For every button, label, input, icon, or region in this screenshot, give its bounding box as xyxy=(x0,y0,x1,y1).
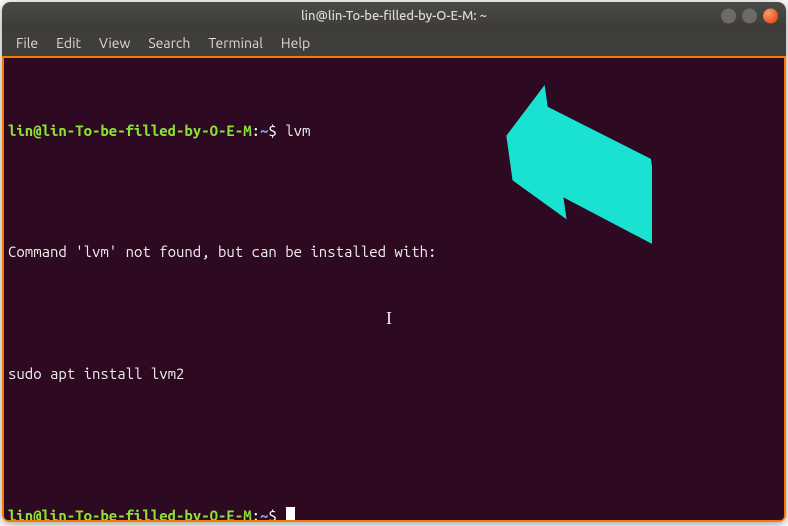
terminal-window: lin@lin-To-be-filled-by-O-E-M: ~ File Ed… xyxy=(2,2,786,522)
terminal-line: sudo apt install lvm2 xyxy=(8,364,780,384)
prompt-user-host: lin@lin-To-be-filled-by-O-E-M xyxy=(8,507,252,523)
minimize-icon[interactable] xyxy=(721,9,736,24)
terminal-line xyxy=(8,182,780,202)
terminal-line: Command 'lvm' not found, but can be inst… xyxy=(8,242,780,262)
prompt-user-host: lin@lin-To-be-filled-by-O-E-M xyxy=(8,122,252,139)
terminal-line: lin@lin-To-be-filled-by-O-E-M:~$ xyxy=(8,506,780,523)
terminal-output[interactable]: lin@lin-To-be-filled-by-O-E-M:~$ lvm Com… xyxy=(2,56,786,522)
menu-help[interactable]: Help xyxy=(273,33,318,53)
menubar: File Edit View Search Terminal Help xyxy=(2,30,786,56)
terminal-line xyxy=(8,425,780,445)
window-title: lin@lin-To-be-filled-by-O-E-M: ~ xyxy=(301,9,487,23)
text-cursor-icon: I xyxy=(386,306,392,330)
prompt-sep: : xyxy=(252,507,260,523)
block-cursor-icon xyxy=(286,507,295,523)
terminal-line xyxy=(8,303,780,323)
prompt-sep: : xyxy=(252,122,260,139)
menu-search[interactable]: Search xyxy=(140,33,198,53)
titlebar: lin@lin-To-be-filled-by-O-E-M: ~ xyxy=(2,2,786,30)
window-controls xyxy=(721,9,778,24)
menu-file[interactable]: File xyxy=(8,33,46,53)
prompt-dollar: $ xyxy=(268,507,285,523)
maximize-icon[interactable] xyxy=(742,9,757,24)
close-icon[interactable] xyxy=(763,9,778,24)
menu-view[interactable]: View xyxy=(91,33,138,53)
terminal-line: lin@lin-To-be-filled-by-O-E-M:~$ lvm xyxy=(8,121,780,141)
menu-edit[interactable]: Edit xyxy=(48,33,89,53)
menu-terminal[interactable]: Terminal xyxy=(200,33,271,53)
prompt-dollar: $ xyxy=(268,122,285,139)
prompt-command: lvm xyxy=(285,122,310,139)
